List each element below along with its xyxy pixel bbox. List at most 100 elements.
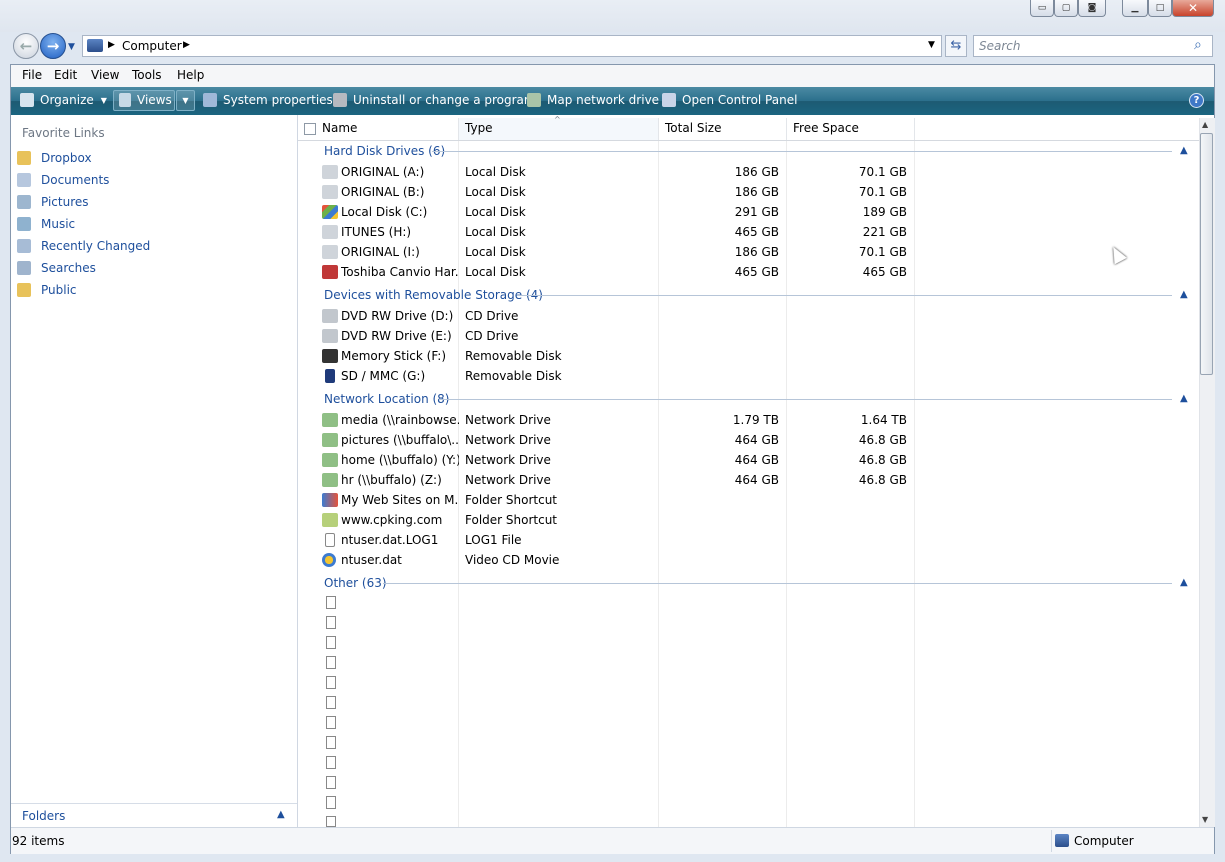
open-control-panel-button[interactable]: Open Control Panel [662,93,797,107]
system-properties-button[interactable]: System properties [203,93,333,107]
table-row[interactable]: DVD RW Drive (E:) CD Drive [322,326,922,346]
menu-edit[interactable]: Edit [54,68,77,82]
chevron-up-icon[interactable]: ▲ [1180,290,1190,300]
select-all-checkbox[interactable] [304,123,316,135]
map-network-drive-button[interactable]: Map network drive [527,93,659,107]
item-free-space: 465 GB [862,265,907,279]
web-folder-icon [322,493,338,507]
group-header-hard-disk[interactable]: Hard Disk Drives (6) [324,143,445,159]
breadcrumb-computer[interactable]: Computer [122,39,182,53]
item-name: DVD RW Drive (E:) [341,329,452,343]
blank-file-icon[interactable] [326,736,336,749]
folders-toggle[interactable]: Folders ▲ [11,803,297,828]
menu-help[interactable]: Help [177,68,204,82]
dvd-drive-icon [322,309,338,323]
sort-indicator-icon: ^ [554,115,561,124]
item-type: CD Drive [465,329,519,343]
scroll-up-icon[interactable]: ▲ [1202,120,1208,129]
table-row[interactable]: ntuser.dat.LOG1 LOG1 File [322,530,922,550]
help-icon[interactable]: ? [1189,93,1204,108]
blank-file-icon[interactable] [326,656,336,669]
search-input[interactable]: Search ⌕ [973,35,1213,57]
column-total-size[interactable]: Total Size [659,118,787,140]
address-dropdown-icon[interactable]: ▼ [928,40,935,50]
group-header-other[interactable]: Other (63) [324,575,387,591]
recent-pages-dropdown-icon[interactable]: ▼ [68,42,75,52]
blank-file-icon[interactable] [326,816,336,827]
flip-icon[interactable]: ▭ [1030,0,1054,17]
table-row[interactable]: My Web Sites on M... Folder Shortcut [322,490,922,510]
uninstall-button[interactable]: Uninstall or change a program [333,93,536,107]
blank-file-icon[interactable] [326,636,336,649]
item-total-size: 464 GB [734,473,779,487]
sidebar-item-label: Music [41,217,76,231]
search-icon[interactable]: ⌕ [1194,37,1202,53]
blank-file-icon[interactable] [326,676,336,689]
item-name: ORIGINAL (B:) [341,185,425,199]
uninstall-icon [333,93,347,107]
organize-button[interactable]: Organize ▼ [20,93,107,107]
menu-view[interactable]: View [91,68,119,82]
item-type: Local Disk [465,225,526,239]
views-dropdown-icon[interactable]: ▼ [176,90,195,111]
item-name: ORIGINAL (A:) [341,165,425,179]
table-row[interactable]: SD / MMC (G:) Removable Disk [322,366,922,386]
menu-file[interactable]: File [22,68,42,82]
table-row[interactable]: ORIGINAL (B:) Local Disk 186 GB 70.1 GB [322,182,922,202]
close-button[interactable]: ✕ [1172,0,1214,17]
address-bar[interactable]: ▶ Computer ▶ ▼ [82,35,942,57]
back-button[interactable]: ← [13,33,39,59]
folders-label: Folders [22,809,66,823]
chevron-up-icon[interactable]: ▲ [1180,146,1190,156]
scroll-down-icon[interactable]: ▼ [1202,815,1208,824]
column-free-space[interactable]: Free Space [787,118,915,140]
sidebar-item-searches[interactable]: Searches [17,259,96,277]
table-row[interactable]: ITUNES (H:) Local Disk 465 GB 221 GB [322,222,922,242]
menu-tools[interactable]: Tools [132,68,162,82]
group-divider [432,151,1172,152]
network-drive-icon [527,93,541,107]
table-row[interactable]: home (\\buffalo) (Y:) Network Drive 464 GB… [322,450,922,470]
table-row[interactable]: www.cpking.com Folder Shortcut [322,510,922,530]
camera-icon[interactable]: ◙ [1078,0,1106,17]
table-row[interactable]: Local Disk (C:) Local Disk 291 GB 189 GB [322,202,922,222]
sidebar-item-dropbox[interactable]: Dropbox [17,149,92,167]
table-row[interactable]: Toshiba Canvio Har... Local Disk 465 GB 465… [322,262,922,282]
table-row[interactable]: Memory Stick (F:) Removable Disk [322,346,922,366]
maximize-button[interactable]: □ [1148,0,1172,17]
sidebar-item-documents[interactable]: Documents [17,171,109,189]
blank-file-icon[interactable] [326,756,336,769]
group-header-removable[interactable]: Devices with Removable Storage (4) [324,287,543,303]
minimize-button[interactable]: ▁ [1122,0,1148,17]
table-row[interactable]: DVD RW Drive (D:) CD Drive [322,306,922,326]
scrollbar-thumb[interactable] [1200,133,1213,375]
blank-file-icon[interactable] [326,796,336,809]
refresh-button[interactable]: ⇆ [945,35,967,57]
table-row[interactable]: ORIGINAL (A:) Local Disk 186 GB 70.1 GB [322,162,922,182]
sidebar-item-public[interactable]: Public [17,281,77,299]
table-row[interactable]: ntuser.dat Video CD Movie [322,550,922,570]
column-name[interactable]: Name [316,118,459,140]
blank-file-icon[interactable] [326,716,336,729]
views-button[interactable]: Views [119,93,172,107]
chevron-up-icon[interactable]: ▲ [1180,394,1190,404]
table-row[interactable]: hr (\\buffalo) (Z:) Network Drive 464 GB 46… [322,470,922,490]
blank-file-icon[interactable] [326,616,336,629]
sidebar-item-pictures[interactable]: Pictures [17,193,89,211]
breadcrumb-chevron-icon[interactable]: ▶ [108,40,115,50]
sidebar-item-recently-changed[interactable]: Recently Changed [17,237,150,255]
table-row[interactable]: media (\\rainbowse... Network Drive 1.79 T… [322,410,922,430]
table-row[interactable]: ORIGINAL (I:) Local Disk 186 GB 70.1 GB [322,242,922,262]
table-row[interactable]: pictures (\\buffalo\... Network Drive 464 … [322,430,922,450]
blank-file-icon[interactable] [326,596,336,609]
forward-button[interactable]: → [40,33,66,59]
group-header-network[interactable]: Network Location (8) [324,391,449,407]
chevron-up-icon[interactable]: ▲ [1180,578,1190,588]
sidebar-item-music[interactable]: Music [17,215,75,233]
breadcrumb-chevron-icon[interactable]: ▶ [183,40,190,50]
item-free-space: 189 GB [862,205,907,219]
blank-file-icon[interactable] [326,776,336,789]
blank-file-icon[interactable] [326,696,336,709]
status-divider [1051,830,1052,852]
restore-view-icon[interactable]: ▢ [1054,0,1078,17]
